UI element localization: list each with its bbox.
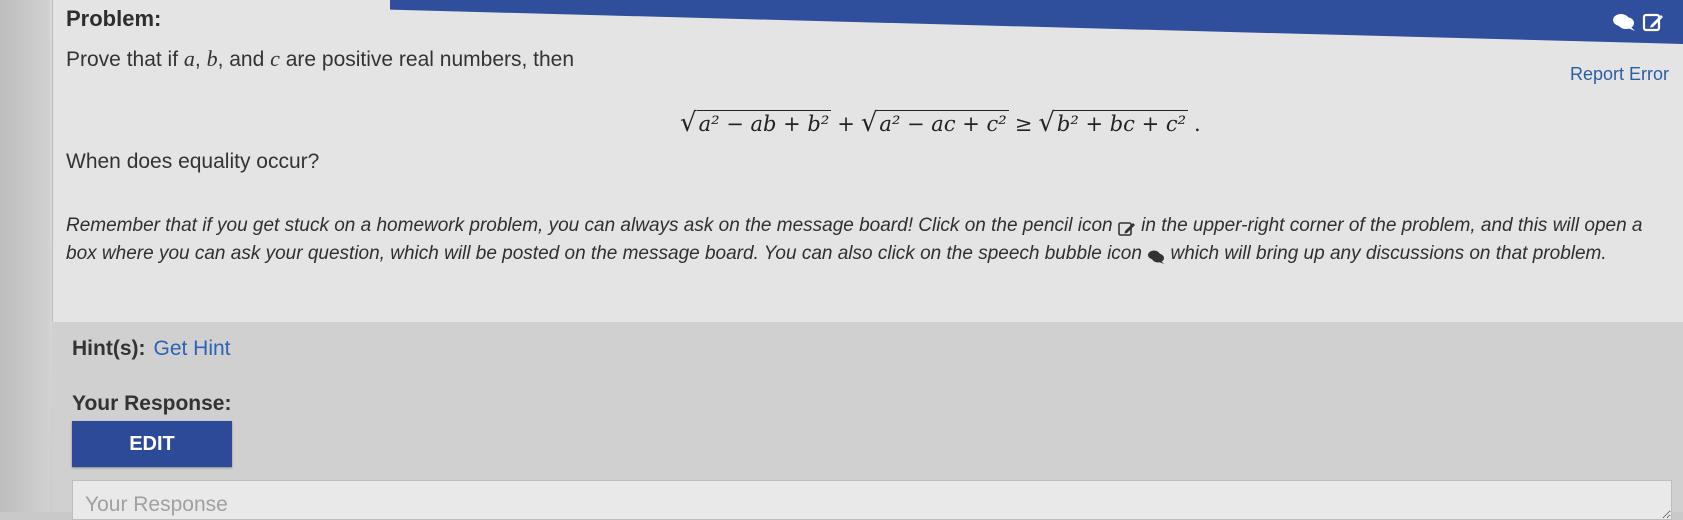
statement-suffix: are positive real numbers, then [279,48,575,71]
variable-c: c [270,46,280,71]
reminder-text-1: Remember that if you get stuck on a home… [66,215,1113,236]
edit-button[interactable]: EDIT [72,421,232,467]
speech-bubble-icon [1147,246,1165,264]
plus-sign: + [837,112,855,137]
variable-b: b [206,46,218,71]
pencil-icon[interactable] [1642,12,1664,37]
get-hint-link[interactable]: Get Hint [153,337,230,360]
message-board-reminder: Remember that if you get stuck on a home… [66,212,1666,267]
separator: , and [217,48,271,71]
hint-row: Hint(s): Get Hint [72,337,231,361]
equality-question: When does equality occur? [66,150,320,173]
pencil-icon [1118,218,1136,236]
sqrt-term-3: √ b² + bc + c² [1038,108,1189,139]
sqrt-term-1: √ a² − ab + b² [680,108,832,139]
problem-statement: Prove that if a, b, and c are positive r… [66,46,574,72]
report-error-link[interactable]: Report Error [1570,64,1669,85]
statement-prefix: Prove that if [66,48,184,71]
speech-bubble-icon[interactable] [1612,12,1636,37]
geq-sign: ≥ [1014,112,1033,137]
left-margin [0,0,50,512]
variable-a: a [183,46,195,71]
response-textarea[interactable] [72,480,1672,520]
hint-label: Hint(s): [72,337,146,360]
separator: , [194,48,207,71]
problem-heading: Problem: [66,6,162,31]
inequality-equation: √ a² − ab + b² + √ a² − ac + c² ≥ √ b² + bc… [680,110,1201,136]
problem-actions [1612,12,1664,37]
period: . [1194,112,1201,137]
reminder-text-3: which will bring up any discussions on t… [1170,242,1607,264]
sqrt-term-2: √ a² − ac + c² [860,108,1009,139]
your-response-label: Your Response: [72,392,232,415]
